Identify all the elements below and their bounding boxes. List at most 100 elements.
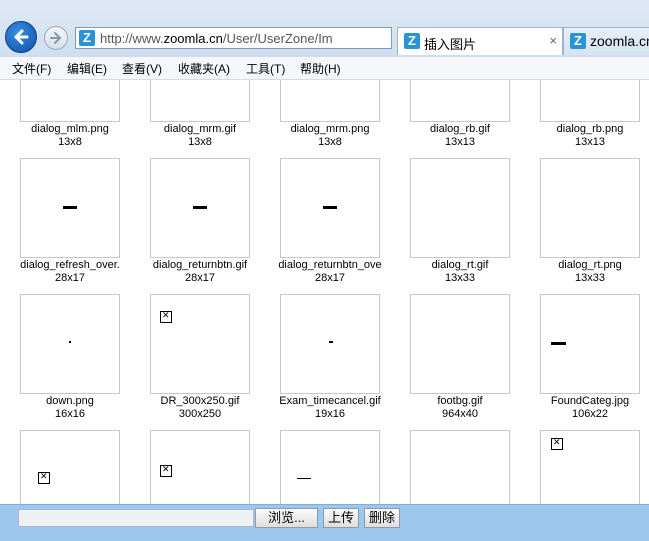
- image-item[interactable]: DR_300x250.gif 300x250: [130, 294, 260, 430]
- site-favicon-icon: Z: [79, 30, 95, 46]
- image-dimensions: 28x17: [315, 272, 345, 284]
- image-dimensions: 13x8: [188, 136, 212, 148]
- image-thumbnail[interactable]: [410, 158, 510, 258]
- image-dimensions: 106x22: [571, 408, 609, 420]
- image-item[interactable]: dialog_rt.png 13x33: [520, 158, 649, 294]
- image-item[interactable]: [260, 430, 390, 504]
- image-dimensions: 13x33: [445, 272, 475, 284]
- menu-view[interactable]: 查看(V): [122, 60, 162, 77]
- file-path-input[interactable]: [18, 509, 254, 527]
- image-filename: dialog_returnbtn_ove: [278, 259, 382, 271]
- image-dimensions: 13x13: [575, 136, 605, 148]
- image-preview: [63, 206, 77, 209]
- tab-insert-image[interactable]: Z 插入图片 ×: [397, 27, 563, 55]
- back-arrow-icon: [14, 29, 29, 45]
- broken-image-icon: [38, 471, 50, 484]
- browser-toolbar: Z http://www.zoomla.cn/User/UserZone/Im …: [0, 0, 649, 58]
- image-item[interactable]: dialog_rb.gif 13x13: [390, 80, 520, 158]
- image-preview: [193, 206, 207, 209]
- image-thumbnail[interactable]: [540, 294, 640, 394]
- back-button[interactable]: [5, 21, 37, 53]
- image-item[interactable]: dialog_returnbtn.gif 28x17: [130, 158, 260, 294]
- image-item[interactable]: dialog_rb.png 13x13: [520, 80, 649, 158]
- image-item[interactable]: dialog_rt.gif 13x33: [390, 158, 520, 294]
- image-thumbnail[interactable]: [150, 294, 250, 394]
- address-bar[interactable]: Z http://www.zoomla.cn/User/UserZone/Im: [75, 27, 392, 49]
- tab-favicon-icon: Z: [570, 33, 586, 49]
- image-thumbnail[interactable]: [540, 158, 640, 258]
- image-thumbnail[interactable]: [280, 158, 380, 258]
- image-dimensions: 300x250: [178, 408, 222, 420]
- image-filename: dialog_mrm.png: [290, 123, 370, 135]
- forward-button[interactable]: [44, 26, 68, 50]
- image-dimensions: 16x16: [55, 408, 85, 420]
- broken-image-icon: [551, 437, 563, 450]
- image-filename: Exam_timecancel.gif: [279, 395, 381, 407]
- image-thumbnail[interactable]: [410, 80, 510, 122]
- image-filename: FoundCateg.jpg: [550, 395, 630, 407]
- image-item[interactable]: dialog_mlm.png 13x8: [0, 80, 130, 158]
- menu-edit[interactable]: 编辑(E): [67, 60, 107, 77]
- image-item[interactable]: [0, 430, 130, 504]
- image-thumbnail[interactable]: [20, 158, 120, 258]
- image-item[interactable]: down.png 16x16: [0, 294, 130, 430]
- image-preview: [323, 206, 337, 209]
- menu-help[interactable]: 帮助(H): [300, 60, 341, 77]
- menu-favorites[interactable]: 收藏夹(A): [178, 60, 230, 77]
- close-tab-icon[interactable]: ×: [549, 33, 557, 48]
- image-preview: [329, 341, 333, 343]
- delete-button[interactable]: 删除: [364, 508, 400, 528]
- image-thumbnail[interactable]: [280, 430, 380, 504]
- image-thumbnail[interactable]: [150, 430, 250, 504]
- browse-button[interactable]: 浏览...: [255, 508, 318, 528]
- image-thumbnail[interactable]: [20, 80, 120, 122]
- image-filename: dialog_rt.png: [558, 259, 622, 271]
- image-thumbnail[interactable]: [150, 158, 250, 258]
- image-dimensions: 13x33: [575, 272, 605, 284]
- image-filename: footbg.gif: [437, 395, 483, 407]
- image-item[interactable]: [130, 430, 260, 504]
- menu-tools[interactable]: 工具(T): [246, 60, 285, 77]
- image-thumbnail[interactable]: [540, 430, 640, 504]
- image-item[interactable]: Exam_timecancel.gif 19x16: [260, 294, 390, 430]
- image-item[interactable]: dialog_refresh_over. 28x17: [0, 158, 130, 294]
- image-gallery: dialog_mlm.png 13x8 dialog_mrm.gif 13x8 …: [0, 80, 649, 504]
- image-filename: dialog_mrm.gif: [163, 123, 237, 135]
- image-thumbnail[interactable]: [280, 294, 380, 394]
- upload-bar: 浏览... 上传 删除: [0, 504, 649, 541]
- url-text: http://www.zoomla.cn/User/UserZone/Im: [100, 31, 333, 46]
- image-dimensions: 13x13: [445, 136, 475, 148]
- image-item[interactable]: footbg.gif 964x40: [390, 294, 520, 430]
- tab-zoomla[interactable]: Z zoomla.cn: [563, 27, 649, 55]
- image-preview: [297, 478, 311, 479]
- image-item[interactable]: dialog_returnbtn_ove 28x17: [260, 158, 390, 294]
- menu-bar: 文件(F) 编辑(E) 查看(V) 收藏夹(A) 工具(T) 帮助(H): [0, 57, 649, 80]
- image-thumbnail[interactable]: [410, 430, 510, 504]
- image-filename: dialog_refresh_over.: [20, 259, 120, 271]
- menu-file[interactable]: 文件(F): [12, 60, 51, 77]
- image-thumbnail[interactable]: [20, 294, 120, 394]
- image-item[interactable]: dialog_mrm.gif 13x8: [130, 80, 260, 158]
- image-item[interactable]: dialog_mrm.png 13x8: [260, 80, 390, 158]
- broken-image-icon: [160, 464, 172, 477]
- image-dimensions: 28x17: [185, 272, 215, 284]
- image-dimensions: 13x8: [58, 136, 82, 148]
- forward-arrow-icon: [50, 32, 61, 44]
- image-item[interactable]: FoundCateg.jpg 106x22: [520, 294, 649, 430]
- image-item[interactable]: [520, 430, 649, 504]
- image-filename: dialog_returnbtn.gif: [152, 259, 248, 271]
- image-thumbnail[interactable]: [20, 430, 120, 504]
- image-thumbnail[interactable]: [150, 80, 250, 122]
- image-filename: DR_300x250.gif: [160, 395, 240, 407]
- image-thumbnail[interactable]: [410, 294, 510, 394]
- image-dimensions: 28x17: [55, 272, 85, 284]
- image-preview: [69, 341, 71, 343]
- image-thumbnail[interactable]: [540, 80, 640, 122]
- image-filename: dialog_rb.gif: [430, 123, 490, 135]
- upload-button[interactable]: 上传: [323, 508, 359, 528]
- image-item[interactable]: [390, 430, 520, 504]
- image-dimensions: 964x40: [441, 408, 479, 420]
- image-thumbnail[interactable]: [280, 80, 380, 122]
- tab-label: 插入图片: [424, 37, 477, 52]
- tab-favicon-icon: Z: [404, 33, 420, 49]
